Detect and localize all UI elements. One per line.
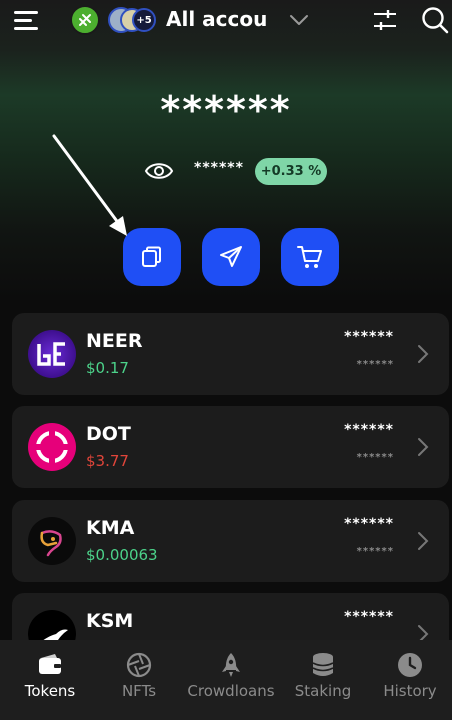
- token-price: $3.77: [86, 452, 129, 470]
- token-value: ******: [344, 516, 394, 532]
- all-accounts-avatar: [70, 5, 100, 35]
- more-accounts-badge: +5: [132, 8, 156, 32]
- token-value-secondary: ******: [356, 546, 394, 557]
- search-icon[interactable]: [420, 5, 450, 35]
- token-price: $0.17: [86, 359, 129, 377]
- cart-icon: [297, 246, 322, 268]
- kma-logo-icon: [28, 517, 76, 565]
- nav-label: History: [383, 682, 437, 700]
- send-button[interactable]: [202, 228, 260, 286]
- account-name[interactable]: All accou: [166, 7, 276, 31]
- token-value: ******: [344, 609, 394, 625]
- account-selector-avatars[interactable]: +5: [70, 5, 160, 35]
- nav-crowdloans[interactable]: Crowdloans: [178, 640, 284, 720]
- token-symbol: KSM: [86, 610, 134, 632]
- token-row-neer[interactable]: NEER $0.17 ****** ******: [12, 313, 449, 395]
- nav-nfts[interactable]: NFTs: [100, 640, 178, 720]
- database-icon: [312, 653, 334, 676]
- polkadot-logo-icon: [28, 423, 76, 471]
- nav-label: Tokens: [24, 682, 76, 700]
- top-bar: +5 All accou: [0, 0, 452, 44]
- token-symbol: NEER: [86, 330, 143, 352]
- balance-secondary: ******: [194, 160, 244, 176]
- chevron-right-icon: [418, 532, 429, 550]
- copy-address-button[interactable]: [123, 228, 181, 286]
- token-value-secondary: ******: [356, 359, 394, 370]
- eye-icon[interactable]: [144, 159, 174, 183]
- wallet-icon: [39, 654, 61, 674]
- token-row-kma[interactable]: KMA $0.00063 ****** ******: [12, 500, 449, 582]
- buy-button[interactable]: [281, 228, 339, 286]
- nav-staking[interactable]: Staking: [284, 640, 362, 720]
- bottom-nav: Tokens NFTs Crowdloans Staking History: [0, 640, 452, 720]
- token-value: ******: [344, 329, 394, 345]
- nav-label: NFTs: [121, 682, 157, 700]
- clock-icon: [398, 653, 422, 677]
- nav-label: Crowdloans: [187, 682, 275, 700]
- nav-tokens[interactable]: Tokens: [0, 640, 100, 720]
- neer-logo-icon: [28, 330, 76, 378]
- paper-plane-icon: [220, 246, 242, 267]
- token-price: $0.00063: [86, 546, 158, 564]
- balance-change-badge: +0.33 %: [255, 158, 327, 185]
- chevron-down-icon[interactable]: [288, 12, 310, 28]
- chevron-right-icon: [418, 438, 429, 456]
- chevron-right-icon: [418, 345, 429, 363]
- plug-icon: [79, 14, 91, 26]
- token-symbol: DOT: [86, 423, 131, 445]
- rocket-icon: [222, 653, 240, 677]
- copy-icon: [142, 246, 161, 267]
- token-value-secondary: ******: [356, 452, 394, 463]
- total-balance: ******: [160, 88, 292, 132]
- token-value: ******: [344, 422, 394, 438]
- token-symbol: KMA: [86, 517, 135, 539]
- menu-icon[interactable]: [14, 9, 40, 31]
- aperture-icon: [126, 652, 152, 678]
- nav-label: Staking: [294, 682, 352, 700]
- token-row-dot[interactable]: DOT $3.77 ****** ******: [12, 406, 449, 488]
- sliders-icon[interactable]: [372, 7, 398, 33]
- nav-history[interactable]: History: [370, 640, 450, 720]
